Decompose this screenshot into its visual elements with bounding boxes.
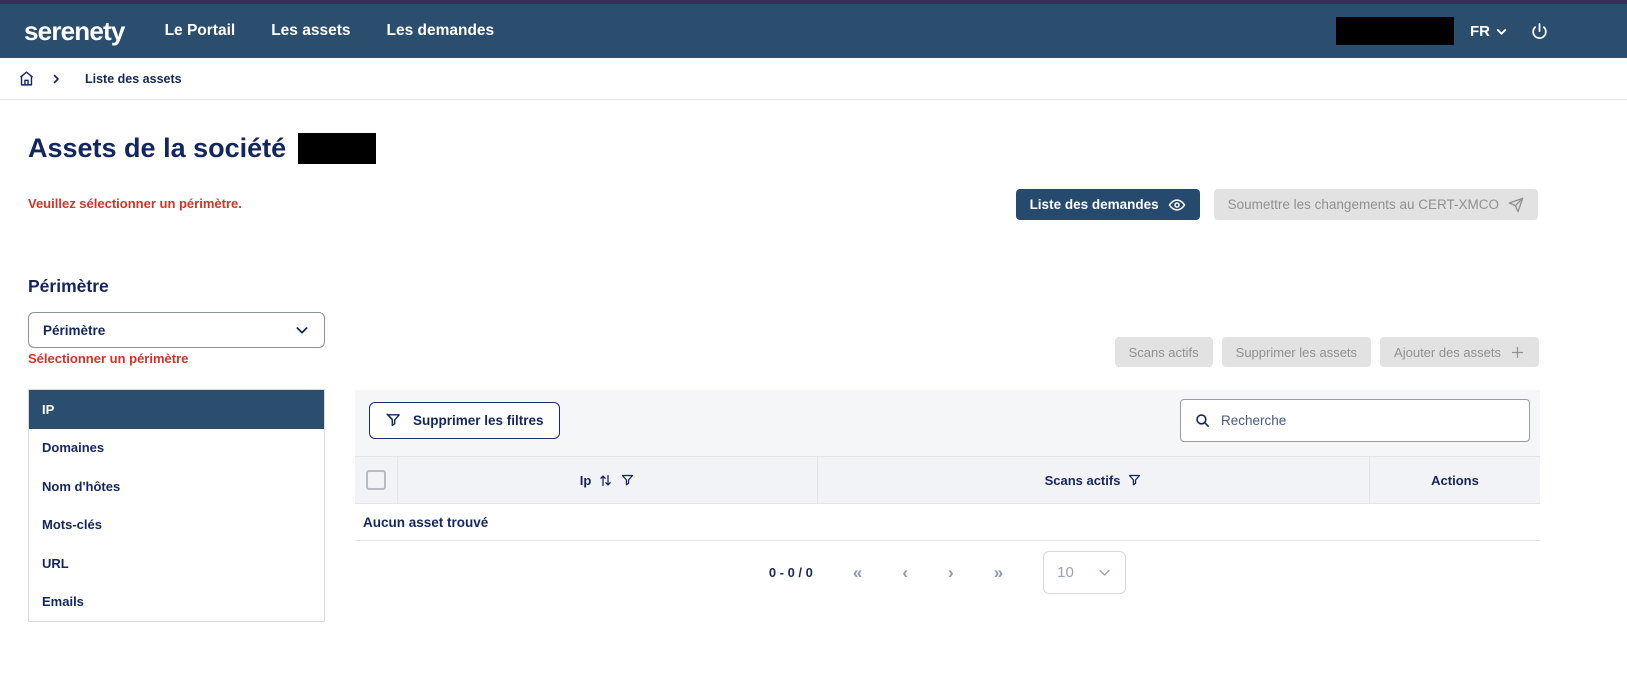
- perimeter-heading: Périmètre: [28, 276, 109, 297]
- page-title-text: Assets de la société: [28, 133, 286, 164]
- clear-filters-button[interactable]: Supprimer les filtres: [369, 402, 560, 439]
- header-cell-checkbox: [355, 457, 398, 503]
- table-header: Ip Scans actifs Actions: [355, 456, 1540, 504]
- delete-assets-button[interactable]: Supprimer les assets: [1222, 337, 1371, 367]
- perimeter-select-error: Sélectionner un périmètre: [28, 351, 188, 366]
- active-scans-label: Scans actifs: [1129, 345, 1199, 360]
- logout-button[interactable]: [1530, 22, 1549, 41]
- home-icon[interactable]: [18, 70, 35, 87]
- asset-actions: Scans actifs Supprimer les assets Ajoute…: [1115, 337, 1539, 367]
- submit-changes-label: Soumettre les changements au CERT-XMCO: [1228, 197, 1499, 212]
- chevron-down-icon: [1097, 565, 1112, 580]
- table-empty-state: Aucun asset trouvé: [355, 504, 1540, 541]
- category-item-domaines[interactable]: Domaines: [29, 429, 324, 468]
- nav-links: Le Portail Les assets Les demandes: [165, 22, 495, 40]
- category-label: Emails: [42, 594, 84, 609]
- nav-item-portail[interactable]: Le Portail: [165, 22, 236, 40]
- nav-item-demandes[interactable]: Les demandes: [386, 22, 494, 40]
- breadcrumb-chevron-icon: [50, 73, 62, 85]
- redacted-user-name: [1336, 17, 1454, 45]
- clear-filters-label: Supprimer les filtres: [413, 413, 544, 428]
- category-label: Domaines: [42, 440, 104, 455]
- submit-changes-button[interactable]: Soumettre les changements au CERT-XMCO: [1214, 189, 1538, 220]
- page-size-select[interactable]: 10: [1043, 551, 1126, 594]
- language-label: FR: [1470, 23, 1490, 40]
- column-label-scans: Scans actifs: [1045, 473, 1121, 488]
- chevron-down-icon: [294, 322, 310, 338]
- pagination-range: 0 - 0 / 0: [769, 565, 813, 580]
- category-label: URL: [42, 556, 69, 571]
- sort-icon[interactable]: [598, 473, 613, 488]
- pagination-next-button[interactable]: ›: [948, 564, 954, 581]
- category-item-hostnames[interactable]: Nom d'hôtes: [29, 467, 324, 506]
- list-requests-label: Liste des demandes: [1030, 197, 1159, 212]
- assets-table-panel: Supprimer les filtres Ip Scans actifs: [355, 390, 1540, 603]
- delete-assets-label: Supprimer les assets: [1236, 345, 1357, 360]
- category-item-ip[interactable]: IP: [29, 390, 324, 429]
- header-cell-scans: Scans actifs: [818, 457, 1370, 503]
- language-selector[interactable]: FR: [1470, 23, 1508, 40]
- filter-slash-icon: [385, 412, 402, 429]
- category-label: Nom d'hôtes: [42, 479, 120, 494]
- filter-icon[interactable]: [1127, 473, 1142, 488]
- page-size-value: 10: [1057, 564, 1074, 581]
- search-box: [1180, 399, 1530, 442]
- power-icon: [1530, 22, 1549, 41]
- asset-category-list: IP Domaines Nom d'hôtes Mots-clés URL Em…: [28, 389, 325, 622]
- breadcrumb: Liste des assets: [0, 58, 1627, 100]
- brand-logo[interactable]: serenety: [24, 16, 125, 47]
- active-scans-button[interactable]: Scans actifs: [1115, 337, 1213, 367]
- filter-icon[interactable]: [620, 473, 635, 488]
- pagination-prev-button[interactable]: ‹: [902, 564, 908, 581]
- perimeter-warning: Veuillez sélectionner un périmètre.: [28, 196, 242, 211]
- navbar: serenety Le Portail Les assets Les deman…: [0, 4, 1627, 58]
- category-label: IP: [42, 402, 54, 417]
- list-requests-button[interactable]: Liste des demandes: [1016, 189, 1200, 220]
- add-assets-button[interactable]: Ajouter des assets: [1380, 337, 1539, 367]
- add-assets-label: Ajouter des assets: [1394, 345, 1501, 360]
- table-toolbar: Supprimer les filtres: [355, 390, 1540, 456]
- column-label-ip: Ip: [580, 473, 592, 488]
- navbar-right: FR: [1336, 17, 1549, 45]
- column-label-actions: Actions: [1431, 473, 1479, 488]
- search-icon: [1194, 412, 1211, 429]
- search-input[interactable]: [1221, 413, 1516, 428]
- breadcrumb-current[interactable]: Liste des assets: [85, 72, 182, 86]
- chevron-down-icon: [1495, 25, 1508, 38]
- category-item-keywords[interactable]: Mots-clés: [29, 506, 324, 545]
- category-item-emails[interactable]: Emails: [29, 583, 324, 622]
- page-actions: Liste des demandes Soumettre les changem…: [1016, 189, 1538, 220]
- header-cell-actions: Actions: [1370, 457, 1540, 503]
- pagination: 0 - 0 / 0 « ‹ › » 10: [355, 541, 1540, 603]
- category-label: Mots-clés: [42, 517, 102, 532]
- page-title: Assets de la société: [28, 133, 376, 164]
- pagination-last-button[interactable]: »: [994, 564, 1003, 581]
- select-all-checkbox[interactable]: [366, 470, 386, 490]
- header-cell-ip: Ip: [398, 457, 818, 503]
- plus-icon: [1510, 345, 1525, 360]
- send-icon: [1508, 197, 1524, 213]
- perimeter-select[interactable]: Périmètre: [28, 312, 325, 348]
- category-item-url[interactable]: URL: [29, 544, 324, 583]
- empty-state-label: Aucun asset trouvé: [363, 515, 488, 530]
- perimeter-select-value: Périmètre: [43, 323, 105, 338]
- redacted-company-name: [298, 133, 376, 164]
- pagination-first-button[interactable]: «: [853, 564, 862, 581]
- eye-icon: [1168, 196, 1186, 214]
- nav-item-assets[interactable]: Les assets: [271, 22, 350, 40]
